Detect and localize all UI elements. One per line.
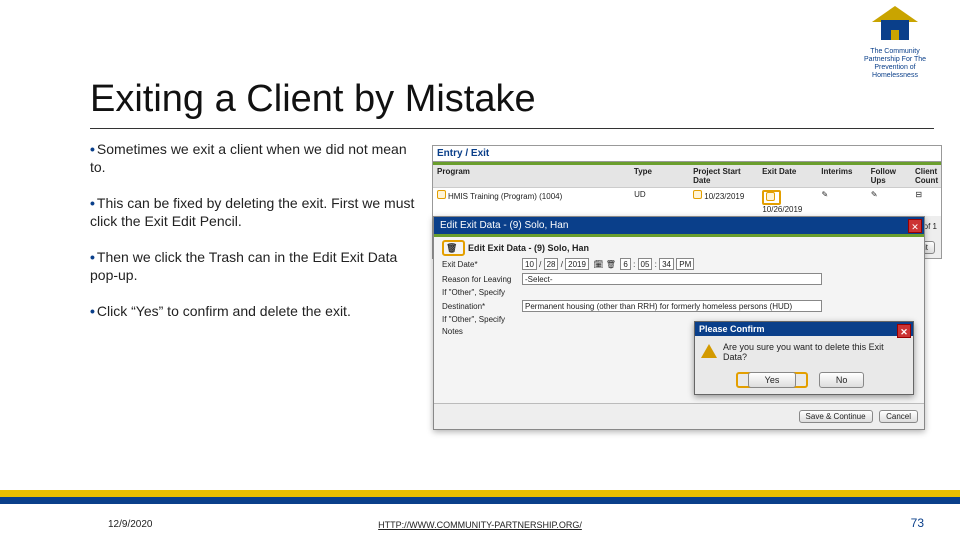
label-exit-date: Exit Date*: [442, 260, 522, 269]
org-name: The Community Partnership For The Preven…: [856, 48, 934, 80]
th-type: Type: [630, 165, 689, 187]
bullet-2-text: This can be fixed by deleting the exit. …: [90, 195, 414, 229]
label-ifother: If "Other", Specify: [442, 288, 522, 297]
pencil-icon[interactable]: [766, 192, 775, 201]
cell-program: HMIS Training (Program) (1004): [433, 188, 630, 216]
cell-follow[interactable]: ✎: [867, 188, 911, 216]
label-ifother2: If "Other", Specify: [442, 315, 522, 324]
cell-program-text: HMIS Training (Program) (1004): [448, 192, 562, 201]
label-destination: Destination*: [442, 302, 522, 311]
popup-footer: Save & Continue Cancel: [434, 403, 924, 429]
edit-exit-popup: Edit Exit Data - (9) Solo, Han ✕ 🗑 Edit …: [433, 216, 925, 430]
row-ifother: If "Other", Specify: [442, 288, 916, 297]
th-exit: Exit Date: [758, 165, 817, 187]
yes-highlight: Yes: [736, 372, 809, 388]
yes-button[interactable]: Yes: [748, 372, 797, 388]
cell-start: 10/23/2019: [689, 188, 758, 216]
cell-type: UD: [630, 188, 689, 216]
close-icon[interactable]: ✕: [908, 219, 922, 233]
bullet-1: •Sometimes we exit a client when we did …: [90, 140, 420, 176]
exit-edit-highlight: [762, 190, 781, 205]
destination-select[interactable]: Permanent housing (other than RRH) for f…: [522, 300, 822, 312]
trash-highlight: 🗑: [442, 240, 465, 256]
section-entry-exit: Entry / Exit: [433, 146, 941, 162]
bullet-1-text: Sometimes we exit a client when we did n…: [90, 141, 407, 175]
bullet-3: •Then we click the Trash can in the Edit…: [90, 248, 420, 284]
cell-count[interactable]: ⊟: [911, 188, 941, 216]
popup-title: Edit Exit Data - (9) Solo, Han: [440, 220, 568, 231]
confirm-body: Are you sure you want to delete this Exi…: [695, 336, 913, 368]
house-icon: [872, 6, 918, 46]
bullet-list: •Sometimes we exit a client when we did …: [90, 140, 420, 338]
slide-title: Exiting a Client by Mistake: [90, 78, 536, 121]
confirm-title: Please Confirm: [699, 324, 765, 334]
bullet-4-text: Click “Yes” to confirm and delete the ex…: [97, 303, 351, 319]
reason-select[interactable]: -Select-: [522, 273, 822, 285]
title-underline: [90, 128, 934, 129]
th-count: Client Count: [911, 165, 941, 187]
cell-interims[interactable]: ✎: [818, 188, 867, 216]
save-continue-button[interactable]: Save & Continue: [799, 410, 873, 423]
confirm-message: Are you sure you want to delete this Exi…: [723, 342, 907, 362]
confirm-dialog: Please Confirm ✕ Are you sure you want t…: [694, 321, 914, 395]
close-icon[interactable]: ✕: [897, 324, 911, 338]
table-row: HMIS Training (Program) (1004) UD 10/23/…: [433, 188, 941, 216]
cell-start-text: 10/23/2019: [704, 192, 744, 201]
cell-exit: 10/26/2019: [758, 188, 817, 216]
slide-footer: 12/9/2020 HTTP://WWW.COMMUNITY-PARTNERSH…: [0, 508, 960, 540]
row-exit-date: Exit Date* 10 / 28 / 2019 🗓 🗑 6 : 05 : 3…: [442, 258, 916, 270]
warning-icon: [701, 344, 717, 358]
th-start: Project Start Date: [689, 165, 758, 187]
exit-date-input[interactable]: 10 / 28 / 2019 🗓 🗑 6 : 05 : 34 PM: [522, 258, 694, 270]
page-number: 73: [911, 516, 924, 530]
bullet-3-text: Then we click the Trash can in the Edit …: [90, 249, 397, 283]
table-header: Program Type Project Start Date Exit Dat…: [433, 165, 941, 188]
popup-subhead-text: Edit Exit Data - (9) Solo, Han: [468, 243, 589, 253]
pencil-icon[interactable]: [437, 190, 446, 199]
cell-exit-text: 10/26/2019: [762, 205, 802, 214]
footer-band: [0, 490, 960, 504]
bullet-2: •This can be fixed by deleting the exit.…: [90, 194, 420, 230]
no-button[interactable]: No: [819, 372, 865, 388]
th-program: Program: [433, 165, 630, 187]
th-follow: Follow Ups: [867, 165, 911, 187]
confirm-buttons: Yes No: [695, 368, 913, 394]
label-reason: Reason for Leaving: [442, 275, 522, 284]
confirm-title-bar: Please Confirm ✕: [695, 322, 913, 336]
row-reason: Reason for Leaving -Select-: [442, 273, 916, 285]
cancel-button[interactable]: Cancel: [879, 410, 918, 423]
label-notes: Notes: [442, 327, 522, 336]
popup-subhead: 🗑 Edit Exit Data - (9) Solo, Han: [442, 243, 916, 254]
row-destination: Destination* Permanent housing (other th…: [442, 300, 916, 312]
footer-url: HTTP://WWW.COMMUNITY-PARTNERSHIP.ORG/: [0, 520, 960, 530]
bullet-4: •Click “Yes” to confirm and delete the e…: [90, 302, 420, 320]
app-screenshot: Entry / Exit Program Type Project Start …: [432, 145, 942, 259]
pencil-icon[interactable]: [693, 190, 702, 199]
trash-icon[interactable]: 🗑: [446, 243, 457, 254]
popup-title-bar: Edit Exit Data - (9) Solo, Han ✕: [434, 217, 924, 234]
th-interims: Interims: [817, 165, 866, 187]
org-logo: The Community Partnership For The Preven…: [856, 6, 934, 80]
